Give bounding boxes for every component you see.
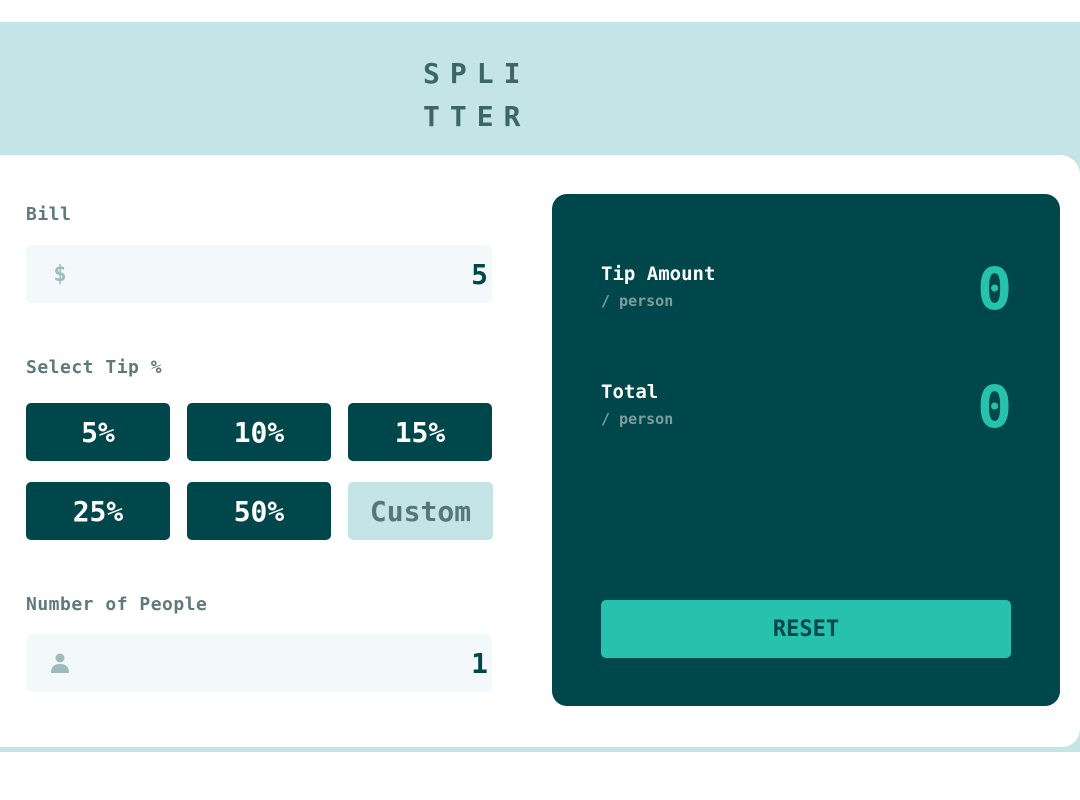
tip-button-50[interactable]: 50% [187, 482, 331, 540]
results-panel: Tip Amount / person 0 Total / person 0 R… [552, 194, 1060, 706]
tip-amount-label: Tip Amount [601, 263, 716, 285]
tip-button-25[interactable]: 25% [26, 482, 170, 540]
bill-input[interactable] [112, 245, 492, 303]
tip-button-15[interactable]: 15% [348, 403, 492, 461]
person-icon [50, 650, 70, 676]
people-field [26, 634, 492, 692]
total-label: Total [601, 381, 659, 403]
logo-line-2: TTER [423, 100, 531, 133]
logo-line-1: SPLI [423, 57, 531, 90]
tip-amount-sublabel: / person [601, 292, 674, 310]
app-logo: SPLI TTER [423, 52, 553, 138]
total-value: 0 [977, 373, 1012, 441]
bill-label: Bill [26, 204, 72, 225]
select-tip-label: Select Tip % [26, 357, 163, 378]
tip-button-5[interactable]: 5% [26, 403, 170, 461]
custom-tip-input[interactable]: Custom [348, 482, 493, 540]
dollar-icon: $ [53, 261, 67, 287]
people-input[interactable] [112, 634, 492, 692]
tip-button-10[interactable]: 10% [187, 403, 331, 461]
reset-button[interactable]: RESET [601, 600, 1011, 658]
bill-field: $ [26, 245, 492, 303]
number-of-people-label: Number of People [26, 594, 208, 615]
total-sublabel: / person [601, 410, 674, 428]
tip-amount-value: 0 [977, 255, 1012, 323]
